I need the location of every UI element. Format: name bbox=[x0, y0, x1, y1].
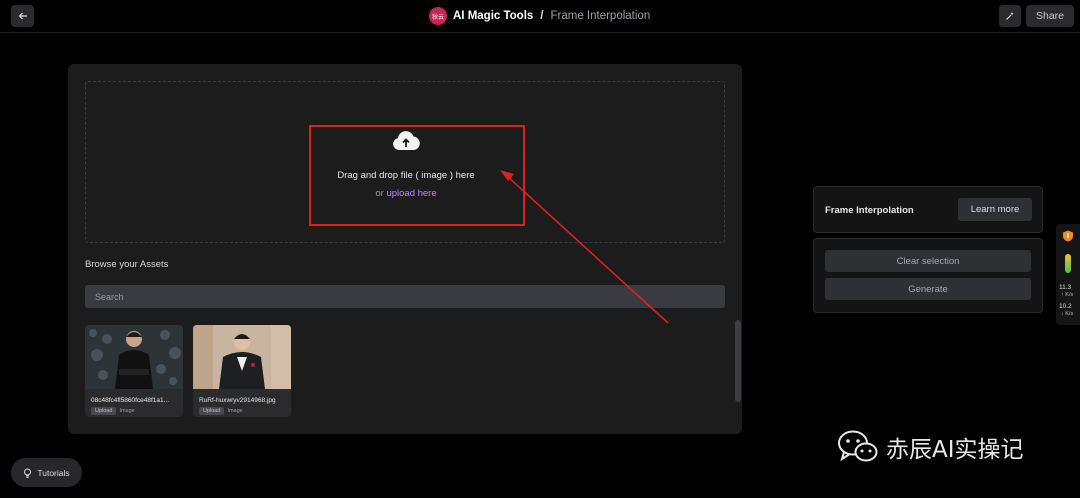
search-input[interactable] bbox=[85, 285, 725, 308]
asset-name: RuRf-huxwryv2914968.jpg bbox=[199, 397, 276, 404]
breadcrumb-separator: / bbox=[540, 10, 544, 22]
watermark: 赤辰AI实操记 bbox=[838, 430, 1024, 464]
asset-card[interactable]: RuRf-huxwryv2914968.jpg Upload Image bbox=[193, 325, 291, 417]
download-speed: 10.2 bbox=[1059, 303, 1072, 310]
dropzone-or: or bbox=[375, 188, 387, 199]
network-speed-widget[interactable]: 11.3 ↑ K/s 10.2 ↓ K/s bbox=[1056, 224, 1080, 325]
arrow-left-icon bbox=[18, 12, 27, 20]
file-dropzone[interactable]: Drag and drop file ( image ) here or upl… bbox=[85, 81, 725, 243]
download-unit: ↓ K/s bbox=[1061, 311, 1074, 317]
asset-type: Image bbox=[227, 408, 243, 414]
tutorials-label: Tutorials bbox=[37, 467, 70, 478]
tool-title: Frame Interpolation bbox=[825, 205, 914, 216]
asset-type: Image bbox=[119, 408, 135, 414]
cloud-upload-icon bbox=[393, 131, 420, 150]
magic-wand-icon bbox=[1006, 12, 1014, 20]
asset-thumbnail bbox=[193, 325, 291, 389]
generate-button[interactable]: Generate bbox=[825, 278, 1031, 300]
asset-name: 08c48fc4fl5860fce48f1a1... bbox=[91, 397, 170, 404]
clear-selection-button[interactable]: Clear selection bbox=[825, 250, 1031, 272]
tool-info-panel: Frame Interpolation Learn more bbox=[813, 186, 1043, 233]
speed-gauge bbox=[1065, 254, 1071, 273]
main-panel: Drag and drop file ( image ) here or upl… bbox=[68, 64, 742, 434]
magic-wand-button[interactable] bbox=[999, 5, 1021, 27]
watermark-text: 赤辰AI实操记 bbox=[886, 437, 1024, 463]
asset-badge: Upload bbox=[91, 407, 117, 415]
upload-unit: ↑ K/s bbox=[1061, 292, 1074, 298]
dropzone-text: Drag and drop file ( image ) here bbox=[337, 170, 475, 181]
assets-scrollbar[interactable] bbox=[735, 320, 741, 402]
learn-more-button[interactable]: Learn more bbox=[958, 198, 1032, 221]
back-button[interactable] bbox=[11, 5, 34, 27]
asset-card[interactable]: 08c48fc4fl5860fce48f1a1... Upload Image bbox=[85, 325, 183, 417]
upload-speed: 11.3 bbox=[1059, 284, 1072, 291]
breadcrumb: 秋云 AI Magic Tools / Frame Interpolation bbox=[429, 7, 650, 25]
lightbulb-icon bbox=[24, 468, 32, 478]
shield-icon bbox=[1063, 230, 1073, 242]
avatar[interactable]: 秋云 bbox=[429, 7, 447, 25]
wechat-icon bbox=[838, 430, 878, 462]
dropzone-subtext: or upload here bbox=[86, 188, 726, 199]
assets-title: Browse your Assets bbox=[85, 259, 169, 270]
share-button[interactable]: Share bbox=[1026, 5, 1074, 27]
upload-link[interactable]: upload here bbox=[386, 188, 436, 199]
action-panel: Clear selection Generate bbox=[813, 238, 1043, 313]
asset-thumbnail bbox=[85, 325, 183, 389]
top-bar: 秋云 AI Magic Tools / Frame Interpolation … bbox=[0, 0, 1080, 33]
tutorials-button[interactable]: Tutorials bbox=[11, 458, 82, 487]
asset-badge: Upload bbox=[199, 407, 225, 415]
breadcrumb-page-name: Frame Interpolation bbox=[550, 10, 651, 22]
breadcrumb-app-name[interactable]: AI Magic Tools bbox=[453, 10, 533, 22]
